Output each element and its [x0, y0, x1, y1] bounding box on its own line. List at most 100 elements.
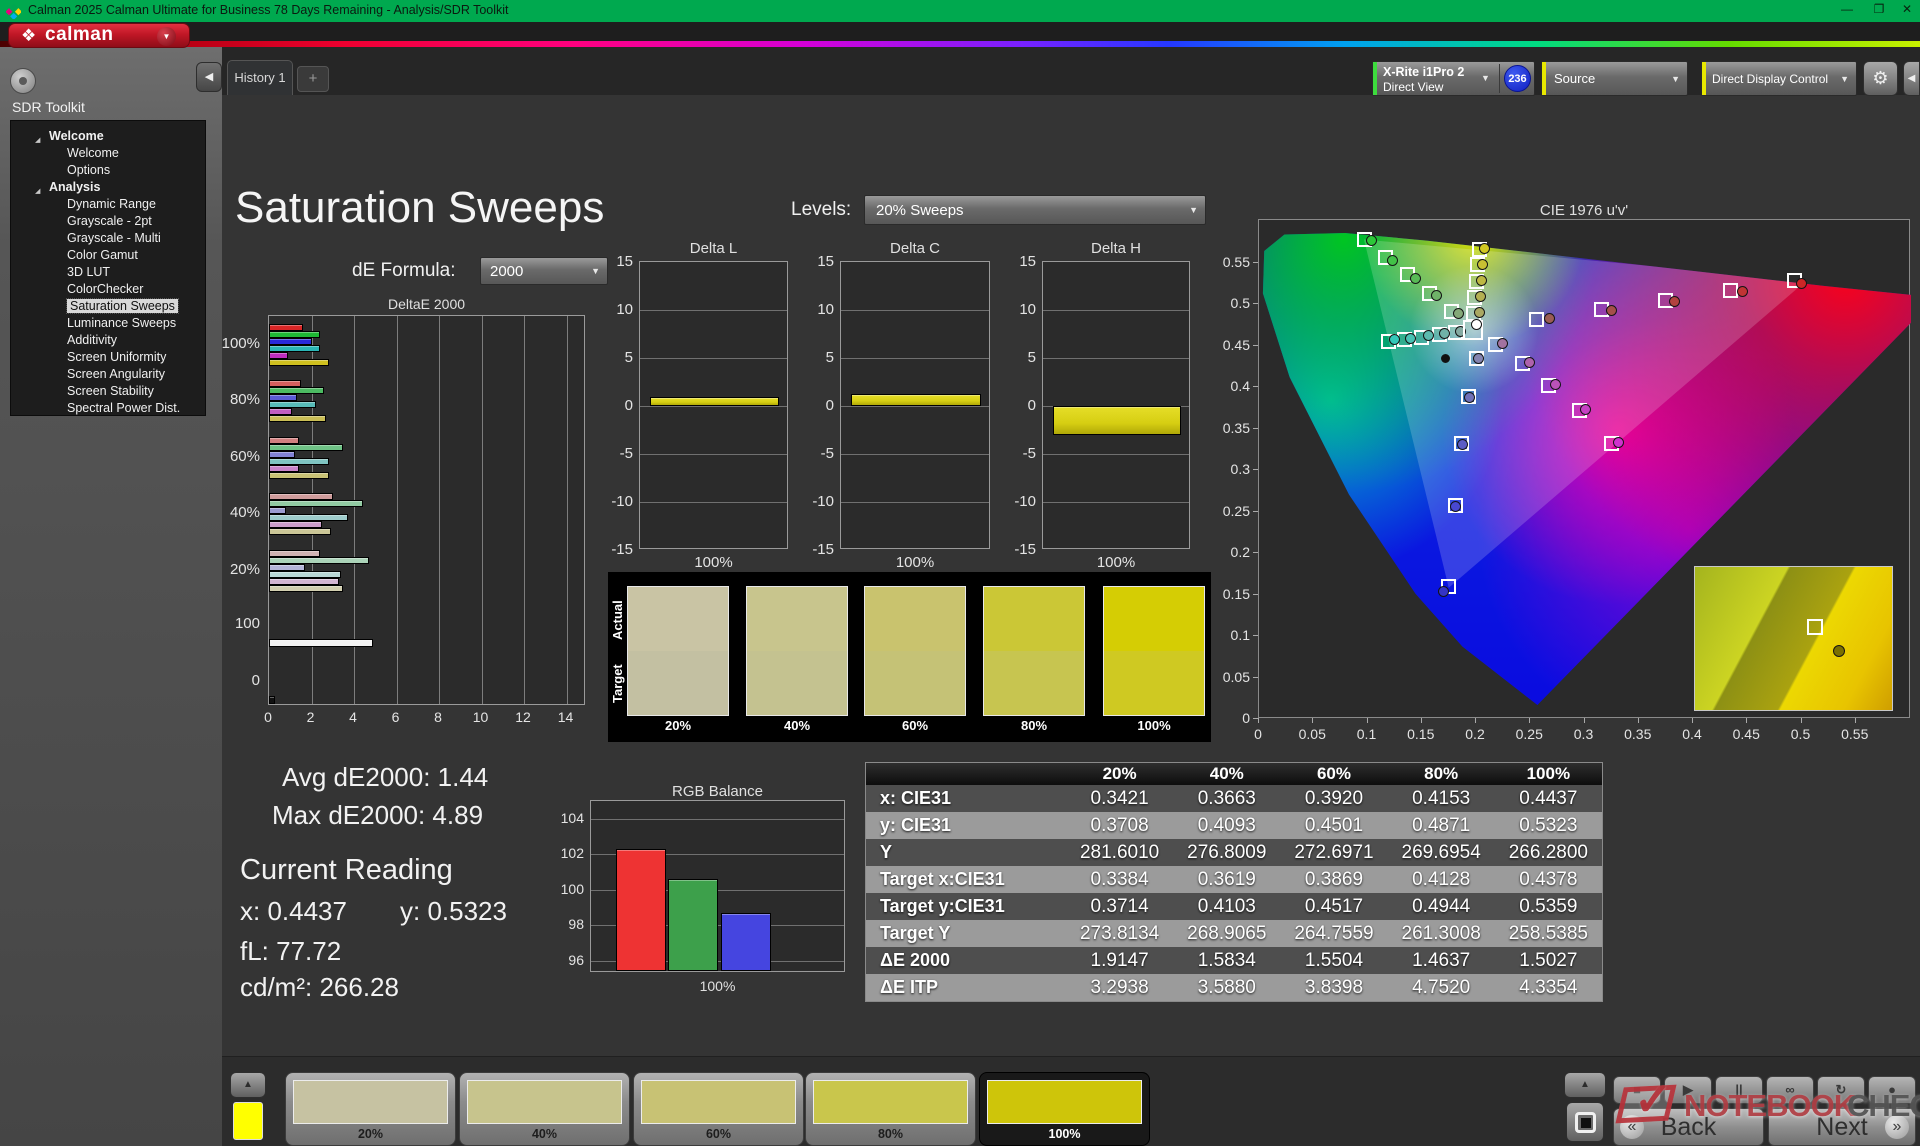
cie-xtick: 0.35 — [1624, 726, 1652, 742]
back-button[interactable]: « Back — [1613, 1108, 1764, 1146]
delta-ytick: 5 — [1027, 349, 1036, 366]
table-cell: 0.4153 — [1387, 785, 1495, 812]
sidebar-item-additivity[interactable]: Additivity — [11, 332, 205, 349]
sidebar-item-color-gamut[interactable]: Color Gamut — [11, 247, 205, 264]
minimize-icon[interactable]: — — [1838, 2, 1856, 20]
delta-ytick: 15 — [817, 253, 834, 270]
patch-card-label: 100% — [1048, 1127, 1081, 1141]
loop-button[interactable]: ∞ — [1766, 1076, 1814, 1104]
swatch-100% — [1103, 586, 1205, 716]
levels-dropdown[interactable]: 20% Sweeps ▼ — [864, 195, 1206, 225]
delta-ytick: -10 — [812, 493, 834, 510]
patch-card-60%[interactable]: 60% — [633, 1072, 804, 1146]
stop-button[interactable]: ■ — [1613, 1076, 1661, 1104]
cie-ytick-mark — [1253, 718, 1258, 719]
sidebar-item-screen-angularity[interactable]: Screen Angularity — [11, 366, 205, 383]
sidebar-item-saturation-sweeps[interactable]: Saturation Sweeps — [11, 298, 205, 315]
maximize-icon[interactable]: ❐ — [1870, 2, 1888, 20]
patch-window-button[interactable] — [1566, 1102, 1604, 1142]
sidebar-pin-button[interactable] — [10, 68, 36, 94]
controls-collapse-button[interactable]: ▲ — [1564, 1072, 1606, 1098]
display-control-dropdown[interactable]: Direct Display Control ▼ — [1701, 61, 1857, 96]
pause-button[interactable]: || — [1715, 1076, 1763, 1104]
deltae-xtick: 4 — [349, 709, 357, 725]
settings-gear-icon[interactable]: ⚙ — [1863, 61, 1898, 96]
meter-status-bar — [1373, 62, 1377, 95]
calman-menu-chevron-icon[interactable]: ▼ — [157, 27, 176, 46]
calman-logo-icon: ❖ — [21, 26, 37, 45]
rgb-ytick: 104 — [560, 809, 584, 826]
calman-menu-button[interactable]: ❖ calman ▼ — [8, 23, 190, 48]
add-tab-button[interactable]: + — [297, 66, 329, 92]
sidebar-item-spectral-power-dist-[interactable]: Spectral Power Dist. — [11, 400, 205, 417]
sidebar-item-grayscale-2pt[interactable]: Grayscale - 2pt — [11, 213, 205, 230]
table-cell: 0.4871 — [1387, 812, 1495, 839]
delta-ytick: -5 — [1022, 445, 1036, 462]
table-header — [866, 763, 1066, 785]
patch-list-collapse-button[interactable]: ▲ — [230, 1072, 266, 1098]
next-button[interactable]: Next » — [1768, 1108, 1916, 1146]
record-button[interactable]: ● — [1868, 1076, 1916, 1104]
delta-ytick: 5 — [624, 349, 633, 366]
cie-ytick-mark — [1253, 510, 1258, 512]
cie-xtick: 0.1 — [1356, 726, 1377, 742]
play-button[interactable]: ▶ — [1664, 1076, 1712, 1104]
patch-card-40%[interactable]: 40% — [459, 1072, 630, 1146]
sidebar-header: SDR Toolkit — [12, 99, 85, 115]
table-row-label: y: CIE31 — [866, 812, 1066, 839]
next-chevrons-icon: » — [1885, 1115, 1909, 1139]
table-cell: 266.2800 — [1494, 839, 1602, 866]
cie-measure-cyan-4 — [1405, 332, 1417, 344]
table-header: 40% — [1173, 763, 1281, 785]
app-window: Calman 2025 Calman Ultimate for Business… — [0, 0, 1920, 1146]
patch-card-80%[interactable]: 80% — [805, 1072, 976, 1146]
cie-xtick-mark — [1583, 718, 1585, 723]
panel-collapse-icon[interactable]: ◀ — [1903, 61, 1920, 96]
delta-ytick: -5 — [619, 445, 633, 462]
table-cell: 0.3708 — [1066, 812, 1174, 839]
patch-card-100%[interactable]: 100% — [979, 1072, 1150, 1146]
source-dropdown[interactable]: Source ▼ — [1541, 61, 1688, 96]
cie-ytick-mark — [1253, 676, 1258, 678]
sidebar-item-dynamic-range[interactable]: Dynamic Range — [11, 196, 205, 213]
table-cell: 1.9147 — [1066, 947, 1174, 974]
rgb-bar-red — [616, 848, 666, 971]
patch-card-20%[interactable]: 20% — [285, 1072, 456, 1146]
reading-fl: fL: 77.72 — [240, 936, 342, 966]
meter-dropdown[interactable]: X-Rite i1Pro 2 Direct View ▼ 236 — [1372, 61, 1535, 96]
sidebar-item-luminance-sweeps[interactable]: Luminance Sweeps — [11, 315, 205, 332]
sidebar-item-analysis[interactable]: ◢ Analysis — [11, 179, 205, 196]
de-formula-dropdown[interactable]: 2000 ▼ — [480, 257, 608, 285]
delta-chart-title: Delta L — [689, 240, 738, 257]
sidebar-item-3d-lut[interactable]: 3D LUT — [11, 264, 205, 281]
sidebar-item-screen-stability[interactable]: Screen Stability — [11, 383, 205, 400]
swatch-label: 60% — [901, 718, 929, 733]
sidebar-item-screen-uniformity[interactable]: Screen Uniformity — [11, 349, 205, 366]
page-title: Saturation Sweeps — [235, 183, 605, 232]
delta-chart-delta-c — [840, 261, 990, 549]
table-row-label: ΔE ITP — [866, 974, 1066, 1001]
patch-card-swatch — [641, 1080, 796, 1124]
cie-xtick-mark — [1475, 718, 1476, 723]
refresh-button[interactable]: ↻ — [1817, 1076, 1865, 1104]
target-row-label: Target — [610, 664, 625, 704]
current-patch-swatch — [233, 1102, 263, 1140]
cie-chart-title: CIE 1976 u'v' — [1539, 202, 1629, 219]
sidebar-item-options[interactable]: Options — [11, 162, 205, 179]
cie-measure-magenta-5 — [1612, 437, 1624, 449]
sidebar-item-grayscale-multi[interactable]: Grayscale - Multi — [11, 230, 205, 247]
sidebar-item-colorchecker[interactable]: ColorChecker — [11, 281, 205, 298]
close-icon[interactable]: ✕ — [1898, 2, 1916, 20]
deltae-bar-60%-1 — [269, 444, 344, 451]
delta-xlabel: 100% — [694, 554, 733, 571]
tab-history-1[interactable]: History 1 — [227, 60, 293, 95]
cie-measure-green-2 — [1431, 290, 1443, 302]
cie-measure-blue-4 — [1449, 501, 1461, 513]
deltae-group-label: 40% — [229, 504, 260, 521]
collapse-sidebar-button[interactable]: ◀ — [196, 62, 222, 92]
deltae-bar-100%-5 — [269, 359, 329, 366]
deltae2000-chart-title: DeltaE 2000 — [387, 296, 466, 312]
sidebar-item-welcome[interactable]: ◢ Welcome — [11, 128, 205, 145]
sidebar-item-welcome[interactable]: Welcome — [11, 145, 205, 162]
cie-xtick-mark — [1529, 718, 1531, 723]
